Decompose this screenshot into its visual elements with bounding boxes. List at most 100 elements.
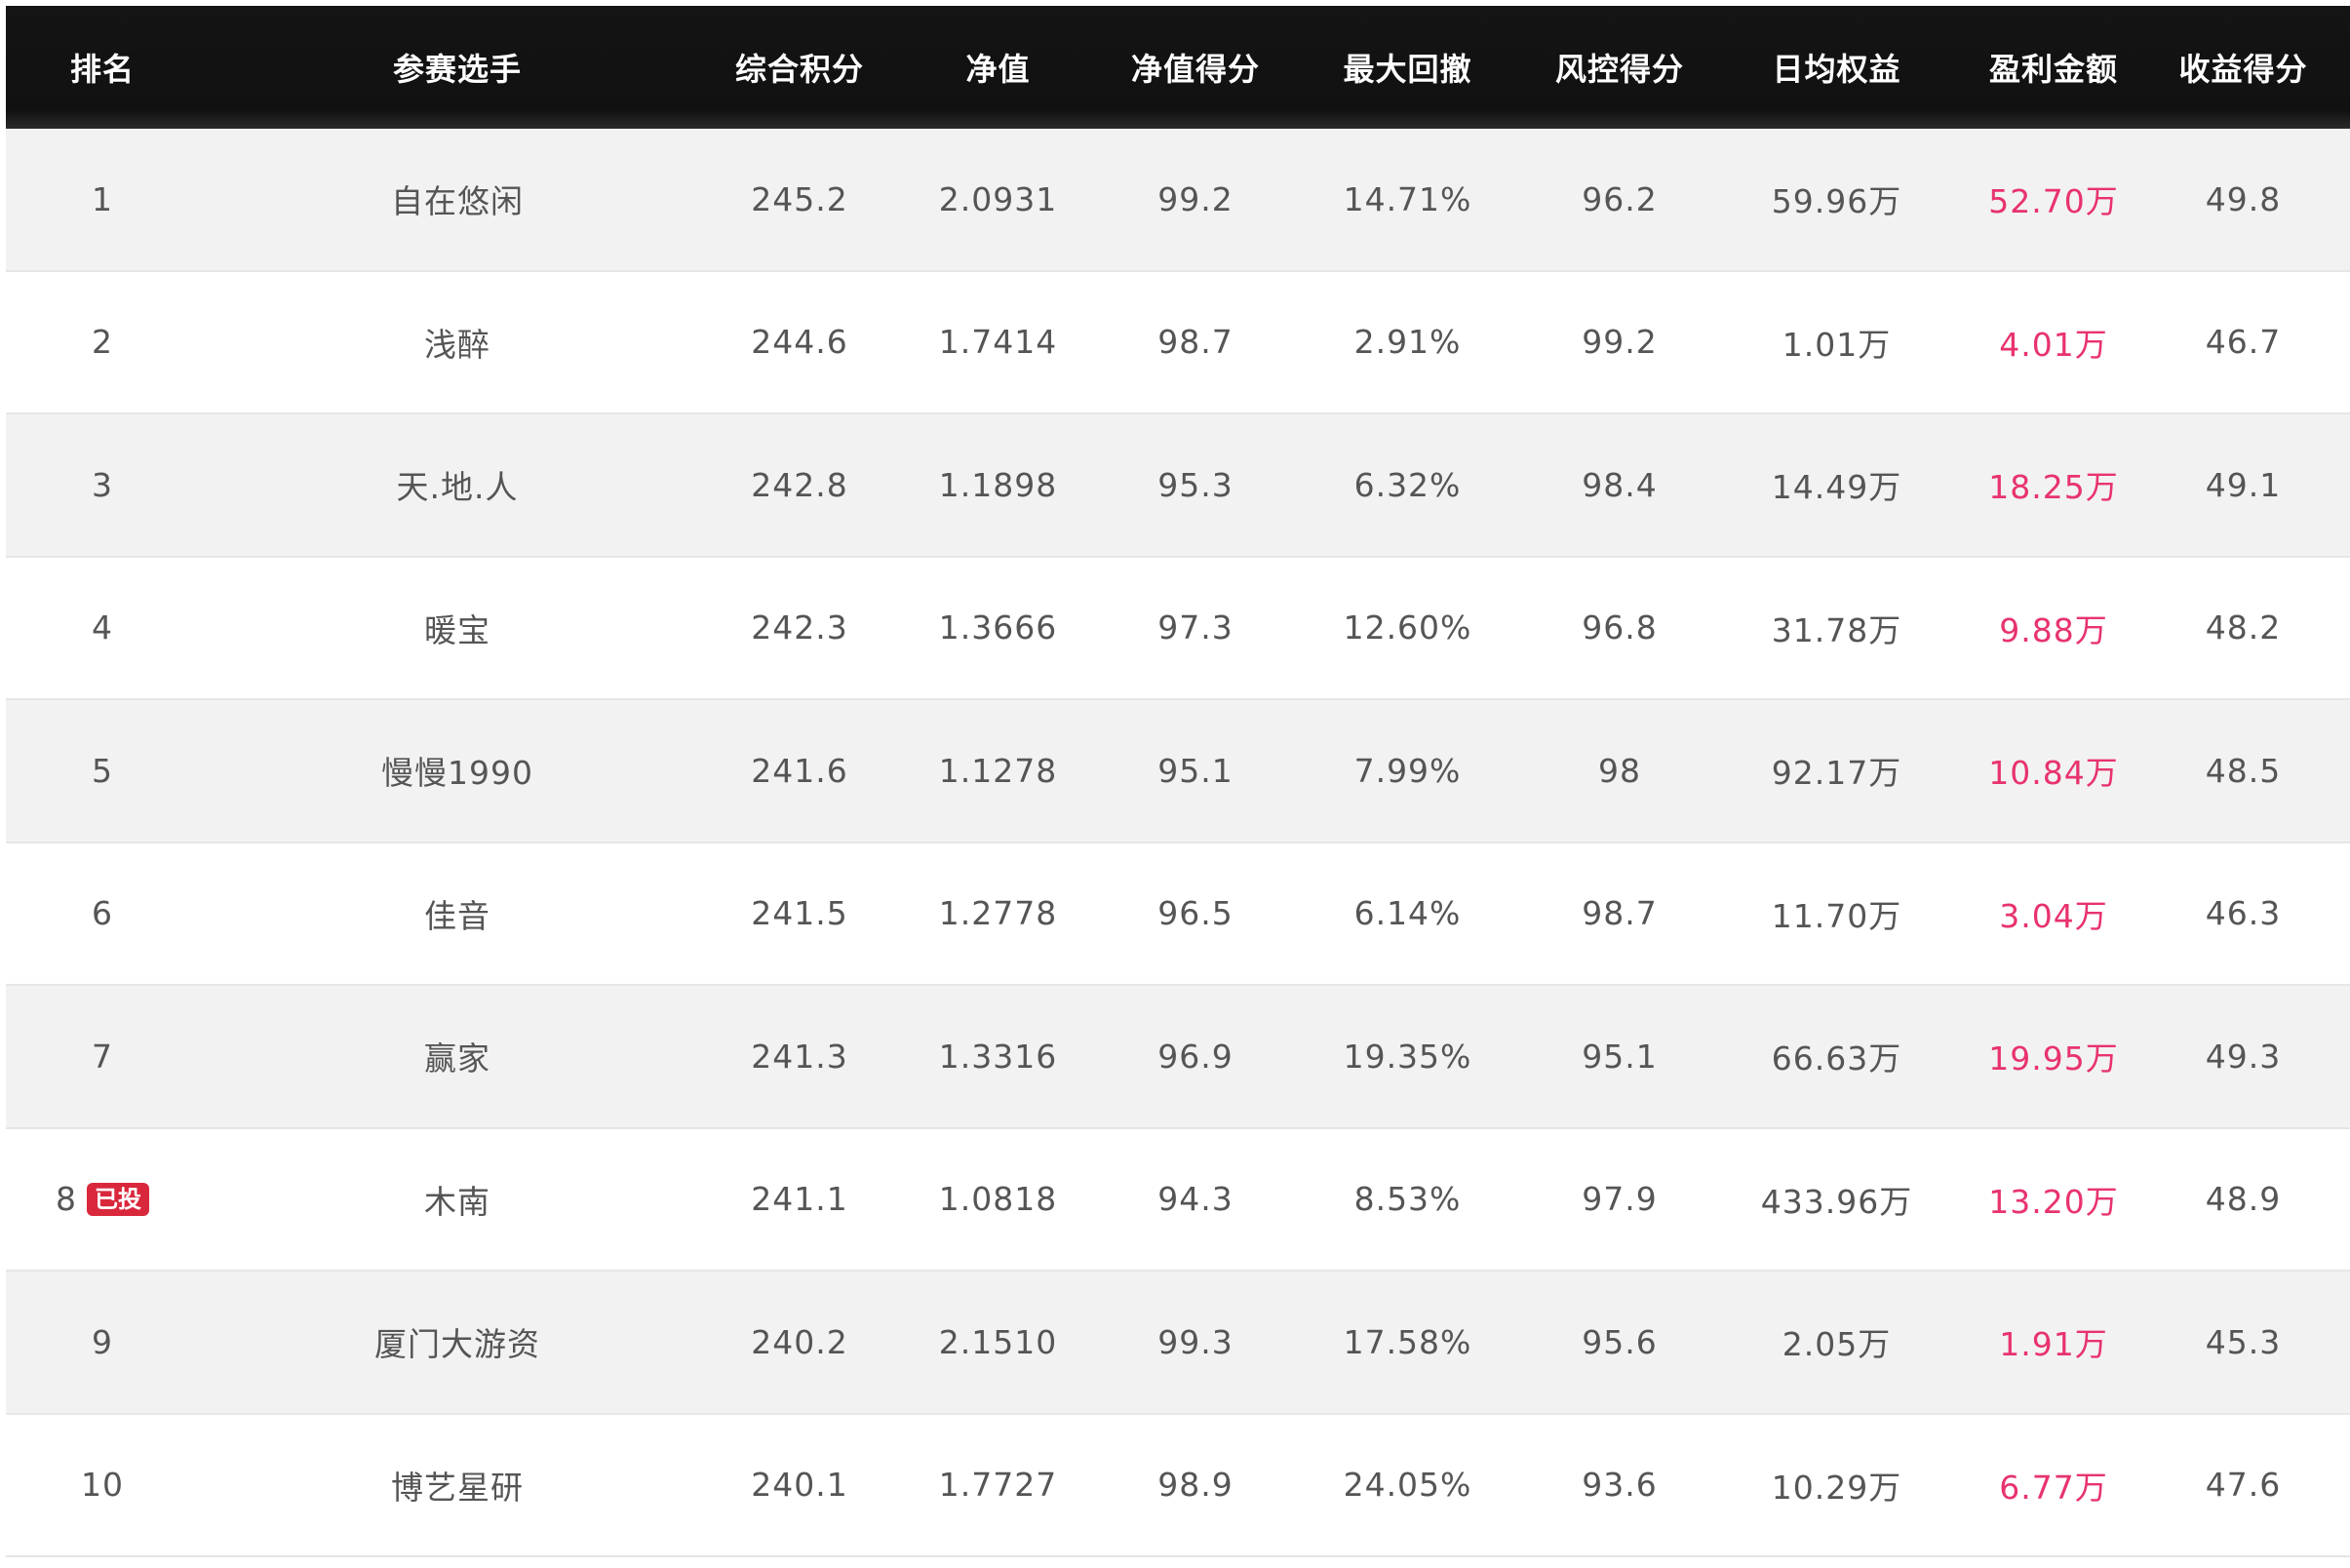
total-score: 241.3 [751,1037,848,1076]
risk-score: 98 [1598,751,1641,790]
profit-amount: 19.95万 [1988,1039,2119,1078]
rank-cell: 5 [6,752,199,790]
max-drawdown: 17.58% [1343,1322,1472,1361]
table-row[interactable]: 7 赢家 241.3 1.3316 96.9 19.35% 95.1 66.63… [6,986,2350,1129]
return-score: 49.8 [2205,179,2282,218]
nav-score: 98.9 [1157,1466,1234,1505]
header-avg-equity[interactable]: 日均权益 [1703,45,1971,90]
table-row[interactable]: 2 浅醉 244.6 1.7414 98.7 2.91% 99.2 1.01万 … [6,271,2350,414]
nav-value: 1.7414 [938,323,1058,362]
profit-amount: 3.04万 [1999,896,2108,935]
profit-amount: 18.25万 [1988,468,2119,507]
player-name[interactable]: 佳音 [199,890,716,937]
return-score: 49.1 [2205,465,2282,504]
max-drawdown: 8.53% [1353,1180,1462,1219]
max-drawdown: 6.32% [1353,465,1462,504]
table-row[interactable]: 5 慢慢1990 241.6 1.1278 95.1 7.99% 98 92.1… [6,700,2350,843]
header-return-score[interactable]: 收益得分 [2136,45,2350,90]
avg-equity: 433.96万 [1760,1182,1913,1221]
nav-score: 94.3 [1157,1180,1234,1219]
total-score: 241.1 [751,1180,848,1219]
max-drawdown: 12.60% [1343,608,1472,647]
nav-score: 96.9 [1157,1037,1234,1076]
rank-cell: 9 [6,1323,199,1361]
header-total-score[interactable]: 综合积分 [716,45,883,90]
return-score: 47.6 [2205,1466,2282,1505]
risk-score: 93.6 [1582,1466,1658,1505]
header-max-drawdown[interactable]: 最大回撤 [1278,45,1537,90]
risk-score: 95.6 [1582,1322,1658,1361]
nav-score: 99.3 [1157,1322,1234,1361]
player-name[interactable]: 赢家 [199,1033,716,1079]
table-row[interactable]: 8 已投 木南 241.1 1.0818 94.3 8.53% 97.9 433.… [6,1128,2350,1272]
rank-number: 10 [81,1466,124,1505]
return-score: 46.3 [2205,894,2282,933]
profit-amount: 4.01万 [1999,325,2108,364]
avg-equity: 92.17万 [1771,754,1902,793]
max-drawdown: 19.35% [1343,1037,1472,1076]
profit-amount: 1.91万 [1999,1325,2108,1364]
header-nav-score[interactable]: 净值得分 [1113,45,1278,90]
table-row[interactable]: 1 自在悠闲 245.2 2.0931 99.2 14.71% 96.2 59.… [6,129,2350,272]
max-drawdown: 7.99% [1353,751,1462,790]
player-name[interactable]: 厦门大游资 [199,1318,716,1365]
player-name[interactable]: 浅醉 [199,319,716,366]
table-row[interactable]: 10 博艺星研 240.1 1.7727 98.9 24.05% 93.6 10… [6,1414,2350,1557]
table-row[interactable]: 6 佳音 241.5 1.2778 96.5 6.14% 98.7 11.70万… [6,843,2350,986]
rank-cell: 2 [6,323,199,361]
risk-score: 95.1 [1582,1037,1658,1076]
total-score: 245.2 [751,179,848,218]
rank-number: 6 [92,894,113,933]
player-name[interactable]: 慢慢1990 [199,747,716,794]
header-rank[interactable]: 排名 [6,45,199,90]
header-profit[interactable]: 盈利金额 [1971,45,2136,90]
player-name[interactable]: 天.地.人 [199,461,716,508]
table-row[interactable]: 3 天.地.人 242.8 1.1898 95.3 6.32% 98.4 14.… [6,414,2350,558]
table-body: 1 自在悠闲 245.2 2.0931 99.2 14.71% 96.2 59.… [6,129,2350,1557]
profit-amount: 13.20万 [1988,1182,2119,1221]
nav-value: 1.3666 [938,608,1058,647]
nav-value: 1.0818 [938,1180,1058,1219]
header-nav[interactable]: 净值 [883,45,1113,90]
total-score: 241.6 [751,751,848,790]
avg-equity: 31.78万 [1771,610,1902,649]
player-name[interactable]: 自在悠闲 [199,176,716,222]
nav-value: 1.3316 [938,1037,1058,1076]
profit-amount: 52.70万 [1988,182,2119,221]
ranking-table: 排名 参赛选手 综合积分 净值 净值得分 最大回撤 风控得分 日均权益 盈利金额… [6,6,2350,1557]
rank-number: 8 [56,1180,77,1219]
total-score: 244.6 [751,323,848,362]
nav-score: 95.3 [1157,465,1234,504]
rank-number: 7 [92,1037,113,1076]
table-header: 排名 参赛选手 综合积分 净值 净值得分 最大回撤 风控得分 日均权益 盈利金额… [6,6,2350,129]
return-score: 48.9 [2205,1180,2282,1219]
table-row[interactable]: 9 厦门大游资 240.2 2.1510 99.3 17.58% 95.6 2.… [6,1272,2350,1415]
rank-cell: 10 [6,1466,199,1504]
nav-score: 98.7 [1157,323,1234,362]
header-risk-score[interactable]: 风控得分 [1537,45,1703,90]
player-name[interactable]: 木南 [199,1176,716,1223]
rank-number: 9 [92,1322,113,1361]
rank-cell: 6 [6,894,199,932]
risk-score: 98.7 [1582,894,1658,933]
rank-cell: 4 [6,608,199,647]
max-drawdown: 6.14% [1353,894,1462,933]
avg-equity: 11.70万 [1771,896,1902,935]
nav-value: 1.1898 [938,465,1058,504]
avg-equity: 66.63万 [1771,1039,1902,1078]
rank-number: 2 [92,323,113,362]
risk-score: 98.4 [1582,465,1658,504]
player-name[interactable]: 暖宝 [199,605,716,651]
avg-equity: 14.49万 [1771,468,1902,507]
rank-cell: 1 [6,180,199,218]
profit-amount: 9.88万 [1999,610,2108,649]
return-score: 48.2 [2205,608,2282,647]
table-row[interactable]: 4 暖宝 242.3 1.3666 97.3 12.60% 96.8 31.78… [6,557,2350,700]
header-player[interactable]: 参赛选手 [199,45,716,90]
return-score: 49.3 [2205,1037,2282,1076]
nav-value: 2.0931 [938,179,1058,218]
player-name[interactable]: 博艺星研 [199,1462,716,1509]
return-score: 48.5 [2205,751,2282,790]
total-score: 242.8 [751,465,848,504]
invested-badge: 已投 [87,1182,149,1216]
